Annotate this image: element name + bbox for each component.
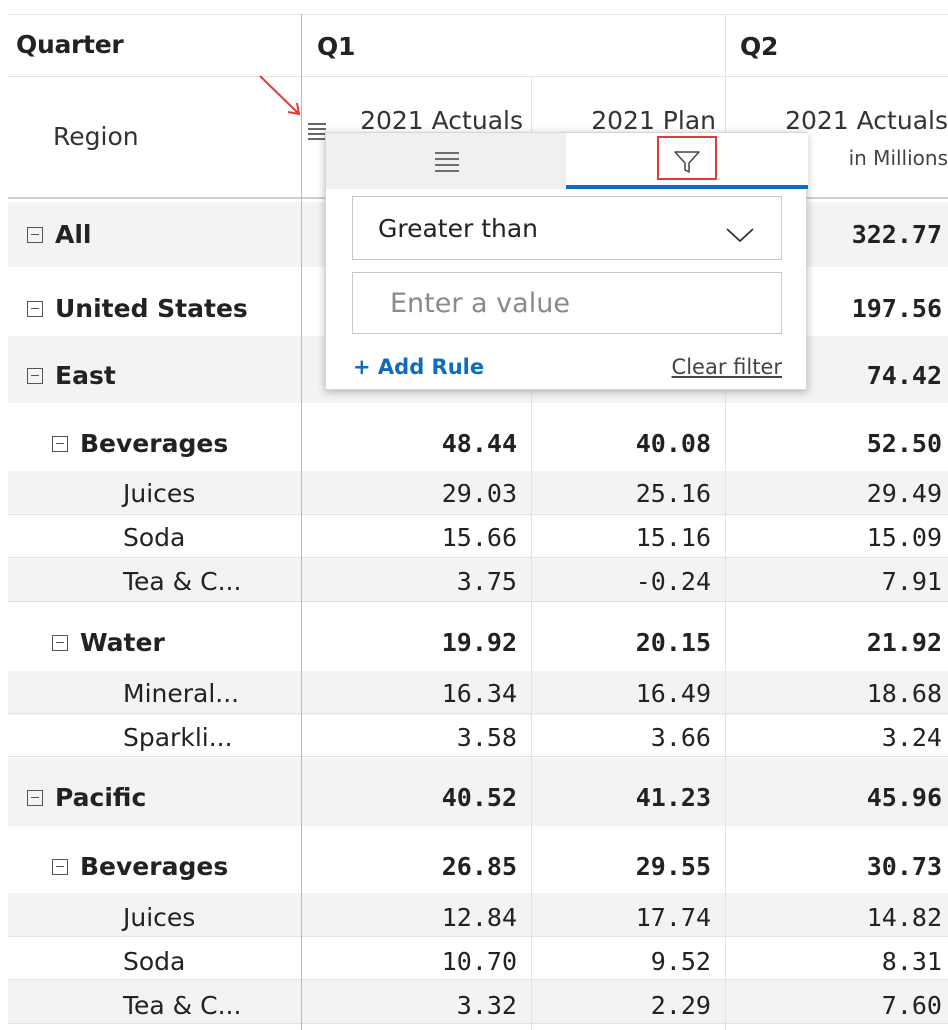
row-header[interactable]: Beverages (52, 839, 228, 894)
cell-value-q1p: 41.23 (635, 782, 711, 812)
row-label: Juices (123, 479, 196, 508)
chevron-down-icon (725, 220, 755, 249)
filter-operator-value: Greater than (378, 213, 539, 243)
col-q2-units-label: in Millions (848, 146, 948, 170)
cell-value-q1p: 25.16 (635, 478, 711, 508)
row-header[interactable]: East (27, 348, 116, 403)
cell-value-q1a: 3.75 (456, 566, 517, 596)
cell-value-q2a: 30.73 (866, 851, 942, 881)
cell-value-q1a: 3.58 (456, 722, 517, 752)
cell-value-q1a: 12.84 (441, 902, 517, 932)
row-divider (8, 514, 948, 515)
cell-value-q1a: 19.92 (441, 627, 517, 657)
quarter-header: Quarter (16, 30, 124, 59)
filter-operator-dropdown[interactable]: Greater than (352, 196, 782, 260)
col-q1-plan-header[interactable]: 2021 Plan (591, 106, 716, 135)
row-header[interactable]: All (27, 202, 92, 267)
cell-value-q2a: 18.68 (866, 678, 942, 708)
collapse-toggle-icon[interactable] (52, 634, 68, 651)
row-label: East (55, 361, 116, 390)
q1-header[interactable]: Q1 (317, 32, 355, 61)
active-tab-indicator (566, 185, 808, 189)
row-label: Mineral... (123, 679, 240, 708)
cell-value-q1p: 3.66 (650, 722, 711, 752)
row-header[interactable]: Pacific (27, 770, 146, 825)
collapse-toggle-icon[interactable] (27, 226, 43, 243)
cell-value-q1p: 16.49 (635, 678, 711, 708)
filter-value-input[interactable] (352, 272, 782, 334)
cell-value-q1a: 3.32 (456, 990, 517, 1020)
cell-value-q2a: 7.60 (881, 990, 942, 1020)
cell-value-q2a: 15.09 (866, 522, 942, 552)
cell-value-q1p: 20.15 (635, 627, 711, 657)
row-header[interactable]: Beverages (52, 416, 228, 471)
region-header[interactable]: Region (53, 122, 139, 151)
cell-value-q2a: 3.24 (881, 722, 942, 752)
cell-value-q1p: 40.08 (635, 428, 711, 458)
row-header: Tea & C... (123, 561, 241, 602)
cell-value-q1p: -0.24 (635, 566, 711, 596)
cell-value-q1a: 48.44 (441, 428, 517, 458)
list-lines-icon (434, 151, 460, 177)
clear-filter-link[interactable]: Clear filter (672, 355, 782, 379)
collapse-toggle-icon[interactable] (27, 789, 43, 806)
highlight-box (657, 136, 717, 180)
cell-value-q1p: 15.16 (635, 522, 711, 552)
cell-value-q1a: 40.52 (441, 782, 517, 812)
frozen-column-divider (301, 14, 302, 1030)
cell-value-q2a: 7.91 (881, 566, 942, 596)
cell-value-q2a: 14.82 (866, 902, 942, 932)
row-header: Juices (123, 897, 195, 938)
collapse-toggle-icon[interactable] (27, 300, 43, 317)
row-label: Soda (123, 523, 186, 552)
collapse-toggle-icon[interactable] (52, 435, 68, 452)
cell-value-q2a: 29.49 (866, 478, 942, 508)
cell-value-q1p: 17.74 (635, 902, 711, 932)
row-label: Beverages (80, 429, 229, 458)
row-label: All (55, 220, 92, 249)
cell-value-q2a: 45.96 (866, 782, 942, 812)
row-label: United States (55, 294, 248, 323)
row-header[interactable]: Water (52, 615, 165, 670)
row-header: Soda (123, 517, 185, 558)
cell-value-q1a: 29.03 (441, 478, 517, 508)
col-q1-actuals-header[interactable]: 2021 Actuals (360, 106, 523, 135)
row-label: Juices (123, 903, 196, 932)
annotation-arrow-icon (259, 75, 301, 116)
row-header: Sparkli... (123, 717, 233, 758)
cell-value-q2a: 8.31 (881, 946, 942, 976)
row-label: Soda (123, 947, 186, 976)
col-q2-actuals-header[interactable]: 2021 Actuals (785, 106, 948, 135)
row-header: Soda (123, 941, 185, 982)
cell-value-q1p: 9.52 (650, 946, 711, 976)
collapse-toggle-icon[interactable] (27, 367, 43, 384)
tab-column-menu[interactable] (326, 133, 566, 189)
row-header: Juices (123, 473, 195, 514)
cell-value-q1a: 16.34 (441, 678, 517, 708)
row-header[interactable]: United States (27, 281, 248, 336)
row-label: Beverages (80, 852, 229, 881)
cell-value-q1p: 29.55 (635, 851, 711, 881)
cell-value-q2a: 52.50 (866, 428, 942, 458)
row-header: Tea & C... (123, 985, 241, 1026)
cell-value-q1a: 10.70 (441, 946, 517, 976)
row-label: Sparkli... (123, 723, 233, 752)
row-label: Water (80, 628, 165, 657)
cell-value-q2a: 21.92 (866, 627, 942, 657)
collapse-toggle-icon[interactable] (52, 858, 68, 875)
column-menu-icon[interactable] (307, 121, 327, 147)
column-filter-popup: Greater than + Add Rule Clear filter (325, 132, 808, 390)
row-label: Tea & C... (123, 567, 242, 596)
cell-value-q1a: 15.66 (441, 522, 517, 552)
cell-value-q1p: 2.29 (650, 990, 711, 1020)
row-header: Mineral... (123, 673, 239, 714)
cell-value-q1a: 26.85 (441, 851, 517, 881)
q2-header[interactable]: Q2 (740, 32, 778, 61)
row-label: Tea & C... (123, 991, 242, 1020)
row-label: Pacific (55, 783, 147, 812)
add-rule-button[interactable]: + Add Rule (353, 355, 484, 379)
